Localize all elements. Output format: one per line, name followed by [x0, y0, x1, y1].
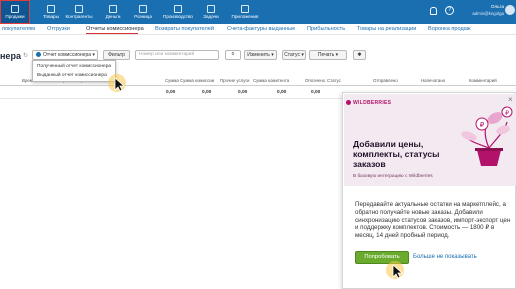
top-navigation: Продажи Товары Контрагенты Деньги Розниц…: [0, 0, 516, 24]
box-icon: [47, 5, 55, 13]
help-icon[interactable]: ?: [445, 6, 454, 15]
report-type-dropdown: Полученный отчет комиссионера Выданный о…: [32, 60, 116, 82]
click-highlight-icon: [386, 261, 404, 279]
user-account: admin@kngolga: [472, 11, 504, 16]
dropdown-option-received[interactable]: Полученный отчет комиссионера: [37, 64, 111, 69]
money-icon: [109, 5, 117, 13]
tab-shipments[interactable]: Отгрузки: [47, 26, 70, 32]
total-amount: 0,00: [166, 90, 176, 95]
nav-item-production[interactable]: Производство: [163, 0, 193, 24]
bell-icon[interactable]: [430, 7, 437, 15]
col-comment[interactable]: Комментарий: [469, 78, 497, 83]
report-type-select[interactable]: Отчет комиссионера ▾: [32, 50, 98, 60]
section-tabs: покупателям Отгрузки Отчеты комиссионера…: [0, 24, 516, 35]
col-status[interactable]: Статус: [327, 78, 341, 83]
status-button[interactable]: Статус ▾: [282, 50, 306, 60]
tab-commission-reports[interactable]: Отчеты комиссионера: [86, 26, 144, 32]
col-amount[interactable]: Сумма: [165, 78, 179, 83]
plus-icon: [36, 52, 41, 57]
promo-description: Передавайте актуальные остатки на маркет…: [355, 201, 511, 240]
cart-icon: [139, 5, 147, 13]
nav-item-retail[interactable]: Розница: [128, 0, 158, 24]
tab-sales-funnel[interactable]: Воронка продаж: [428, 26, 471, 32]
click-highlight-icon: [108, 74, 126, 92]
nav-item-goods[interactable]: Товары: [36, 0, 66, 24]
svg-text:₽: ₽: [505, 110, 509, 117]
tasks-icon: [207, 5, 215, 13]
active-tab-indicator: [86, 33, 138, 34]
nav-label: Деньги: [105, 14, 121, 19]
tab-profitability[interactable]: Прибыльность: [307, 26, 345, 32]
page-title: нера: [0, 51, 21, 61]
promo-banner: WILDBERRIES × Добавили цены, комплекты, …: [344, 94, 516, 186]
col-printed[interactable]: Напечатано: [421, 78, 445, 83]
promo-brand: WILDBERRIES: [353, 100, 392, 106]
promo-panel: WILDBERRIES × Добавили цены, комплекты, …: [342, 92, 516, 289]
apps-icon: [241, 5, 249, 13]
total-commission: 0,00: [202, 90, 212, 95]
nav-item-tasks[interactable]: Задачи: [196, 0, 226, 24]
dropdown-option-issued[interactable]: Выданный отчет комиссионера: [37, 73, 107, 78]
refresh-icon[interactable]: ↻: [23, 52, 28, 59]
factory-icon: [174, 5, 182, 13]
people-icon: [75, 5, 83, 13]
col-sent[interactable]: Отправлено: [373, 78, 398, 83]
total-paid: 0,00: [311, 90, 321, 95]
col-commission[interactable]: Сумма комиссии: [180, 78, 214, 83]
promo-subheading: В базовую интеграцию с Wildberries: [353, 174, 433, 179]
nav-item-money[interactable]: Деньги: [98, 0, 128, 24]
dismiss-link[interactable]: Больше не показывать: [413, 254, 477, 260]
filter-button[interactable]: Фильтр: [103, 50, 130, 60]
promo-heading: Добавили цены, комплекты, статусы заказо…: [353, 139, 440, 169]
total-other-services: 0,00: [238, 90, 248, 95]
shopping-bag-icon: [11, 5, 19, 13]
plant-illustration-icon: ₽ ₽: [461, 106, 513, 166]
search-input[interactable]: Номер или комментарий: [135, 50, 219, 60]
gear-icon: ✱: [357, 52, 362, 58]
nav-item-apps[interactable]: Приложения: [230, 0, 260, 24]
col-other-services[interactable]: Прочие услуги: [220, 78, 250, 83]
edit-button[interactable]: Изменить ▾: [244, 50, 277, 60]
print-button[interactable]: Печать ▾: [309, 50, 347, 60]
tab-invoices-issued[interactable]: Счета-фактуры выданные: [227, 26, 295, 32]
nav-label: Задачи: [203, 14, 219, 19]
col-paid[interactable]: Оплачено: [305, 78, 325, 83]
tab-consignment-goods[interactable]: Товары на реализации: [357, 26, 416, 32]
nav-label: Продажи: [5, 14, 25, 19]
nav-label: Контрагенты: [65, 14, 93, 19]
nav-label: Производство: [163, 14, 193, 19]
svg-text:₽: ₽: [480, 121, 485, 129]
nav-label: Приложения: [231, 14, 259, 19]
user-menu[interactable]: Ольга admin@kngolga: [462, 5, 504, 17]
tab-customer-orders[interactable]: покупателям: [2, 26, 35, 32]
col-principal-amount[interactable]: Сумма комитента: [253, 78, 289, 83]
nav-item-sales[interactable]: Продажи: [0, 0, 30, 24]
selected-count-field[interactable]: 0: [225, 50, 241, 60]
nav-label: Розница: [134, 14, 152, 19]
nav-label: Товары: [43, 14, 59, 19]
wildberries-logo-icon: [346, 100, 351, 105]
page: Продажи Товары Контрагенты Деньги Розниц…: [0, 0, 516, 289]
tab-customer-returns[interactable]: Возвраты покупателей: [155, 26, 214, 32]
total-principal: 0,00: [277, 90, 287, 95]
nav-item-contractors[interactable]: Контрагенты: [64, 0, 94, 24]
avatar[interactable]: [505, 5, 515, 15]
settings-button[interactable]: ✱: [353, 50, 366, 60]
report-type-value: Отчет комиссионера ▾: [43, 52, 95, 58]
